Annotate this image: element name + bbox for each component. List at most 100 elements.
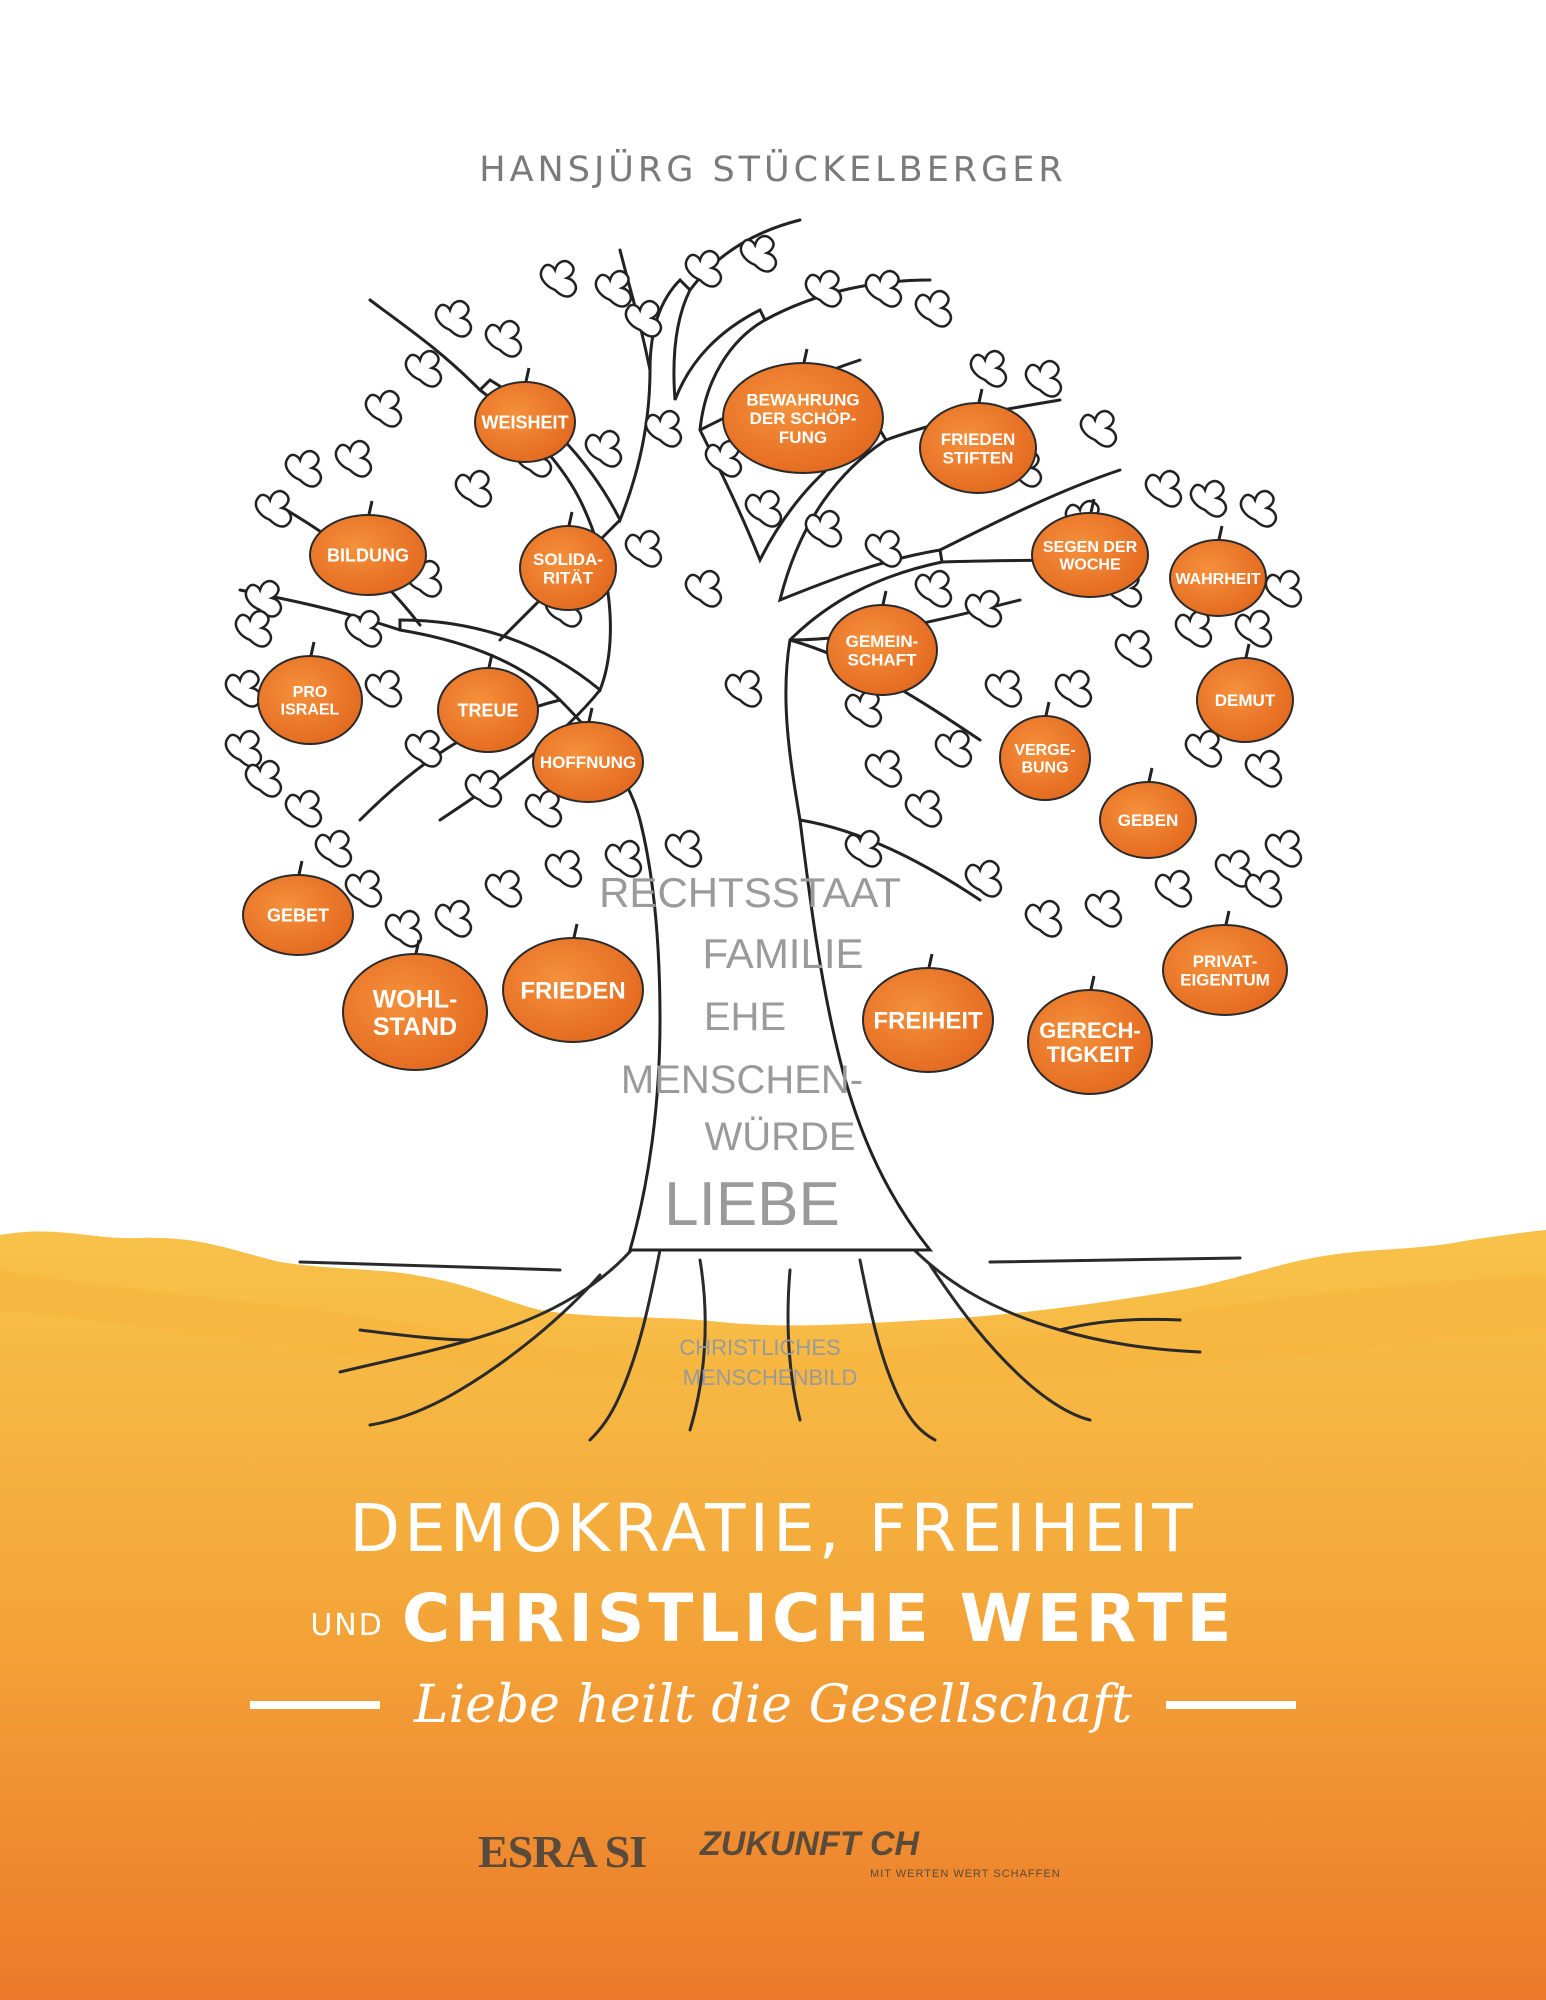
subtitle-rule-right: [1166, 1701, 1297, 1709]
fruit-label: GEMEIN-: [846, 632, 919, 651]
leaf: [964, 589, 1003, 628]
fruit-label: BILDUNG: [327, 545, 409, 565]
publisher-logo-zukunft: ZUKUNFT CH: [700, 1825, 920, 1863]
fruit-privateigentum: PRIVAT-EIGENTUM: [1162, 910, 1288, 1016]
fruit-label: DEMUT: [1215, 691, 1276, 710]
leaf: [244, 759, 283, 798]
leaf: [584, 429, 623, 468]
leaf: [1154, 869, 1193, 908]
fruit-gebet: GEBET: [242, 860, 354, 956]
leaf: [1054, 669, 1093, 708]
fruit-label: STAND: [373, 1013, 457, 1041]
leaf: [594, 269, 633, 308]
leaf: [254, 489, 293, 528]
leaf: [1079, 409, 1118, 448]
fruit-label: ISRAEL: [281, 702, 340, 719]
leaf: [1144, 469, 1183, 508]
leaf: [464, 769, 503, 808]
fruit-label: WOHL-: [373, 985, 458, 1013]
fruit-gerechtigkeit: GERECH-TIGKEIT: [1027, 975, 1153, 1095]
fruit-bewahrung: BEWAHRUNGDER SCHÖP-FUNG: [722, 348, 884, 474]
title-line-2: UND CHRISTLICHE WERTE: [0, 1580, 1546, 1657]
leaf: [234, 609, 273, 648]
fruit-bildung: BILDUNG: [309, 500, 427, 596]
leaf: [1234, 609, 1273, 648]
leaf: [454, 469, 493, 508]
fruit-label: HOFFNUNG: [540, 753, 636, 772]
leaf: [344, 609, 383, 648]
fruit-label: PRO: [293, 684, 328, 701]
leaf: [539, 259, 578, 298]
leaf: [364, 389, 403, 428]
leaf: [1084, 889, 1123, 928]
leaf: [334, 439, 373, 478]
leaf: [404, 729, 443, 768]
trunk-word-rechtsstaat: RECHTSSTAAT: [599, 869, 901, 916]
leaf: [344, 869, 383, 908]
leaf: [1244, 749, 1283, 788]
publisher-logo-esra: ESRA SI: [478, 1826, 647, 1877]
fruit-label: TREUE: [457, 700, 518, 720]
fruit-label: SOLIDA-: [533, 550, 603, 569]
leaf: [1174, 609, 1213, 648]
fruit-segen: SEGEN DERWOCHE: [1031, 498, 1149, 598]
fruit-gemeinschaft: GEMEIN-SCHAFT: [826, 590, 938, 696]
leaf: [964, 859, 1003, 898]
fruit-label: VERGE-: [1014, 742, 1075, 759]
leaf: [364, 669, 403, 708]
fruit-geben: GEBEN: [1099, 767, 1197, 859]
leaf: [1244, 869, 1283, 908]
title-line-1: DEMOKRATIE, FREIHEIT: [349, 1490, 1197, 1567]
leaf: [1189, 479, 1228, 518]
fruit-label: EIGENTUM: [1180, 970, 1270, 989]
leaf: [904, 789, 943, 828]
leaf: [314, 829, 353, 868]
leaf: [914, 289, 953, 328]
leaf: [1264, 569, 1303, 608]
leaf: [864, 749, 903, 788]
subtitle-row: Liebe heilt die Gesellschaft: [0, 1675, 1546, 1735]
fruit-frieden: FRIEDEN: [502, 923, 644, 1043]
fruit-label: WOCHE: [1059, 557, 1121, 574]
fruit-label: GEBET: [267, 905, 329, 925]
fruit-label: FREIHEIT: [873, 1008, 983, 1035]
subtitle: Liebe heilt die Gesellschaft: [413, 1675, 1133, 1735]
fruit-label: FUNG: [779, 428, 827, 447]
publisher-tagline: MIT WERTEN WERT SCHAFFEN: [870, 1868, 1061, 1880]
leaf: [934, 729, 973, 768]
fruit-label: GEBEN: [1118, 811, 1178, 830]
leaf: [404, 349, 443, 388]
fruit-demut: DEMUT: [1196, 643, 1294, 743]
fruit-label: FRIEDEN: [941, 430, 1016, 449]
leaf: [224, 669, 263, 708]
fruit-vergebung: VERGE-BUNG: [999, 701, 1091, 801]
trunk-word-menschen: MENSCHEN-: [621, 1058, 863, 1102]
leaf: [804, 509, 843, 548]
leaf: [484, 869, 523, 908]
leaf: [1024, 359, 1063, 398]
fruit-label: GERECH-: [1039, 1018, 1140, 1043]
trunk-word-ehe: EHE: [704, 995, 786, 1039]
leaf: [284, 449, 323, 488]
title-christliche-werte: CHRISTLICHE WERTE: [401, 1580, 1236, 1657]
root-text-line-1: CHRISTLICHES: [679, 1335, 840, 1360]
leaf: [844, 689, 883, 728]
fruit-label: STIFTEN: [943, 448, 1014, 467]
leaf: [744, 489, 783, 528]
leaf: [1264, 829, 1303, 868]
leaf: [484, 319, 523, 358]
fruit-freiheit: FREIHEIT: [862, 953, 994, 1073]
fruit-label: WAHRHEIT: [1175, 571, 1261, 588]
leaf: [434, 299, 473, 338]
fruit-label: BEWAHRUNG: [746, 390, 859, 409]
leaf: [804, 269, 843, 308]
trunk-word-liebe: LIEBE: [664, 1170, 840, 1239]
fruit-wohlstand: WOHL-STAND: [342, 939, 488, 1071]
leaf: [1114, 629, 1153, 668]
leaf: [864, 269, 903, 308]
fruit-label: WEISHEIT: [481, 412, 568, 432]
leaf: [864, 529, 903, 568]
fruit-frieden-stiften: FRIEDENSTIFTEN: [919, 388, 1037, 494]
leaf: [1184, 729, 1223, 768]
leaf: [224, 729, 263, 768]
